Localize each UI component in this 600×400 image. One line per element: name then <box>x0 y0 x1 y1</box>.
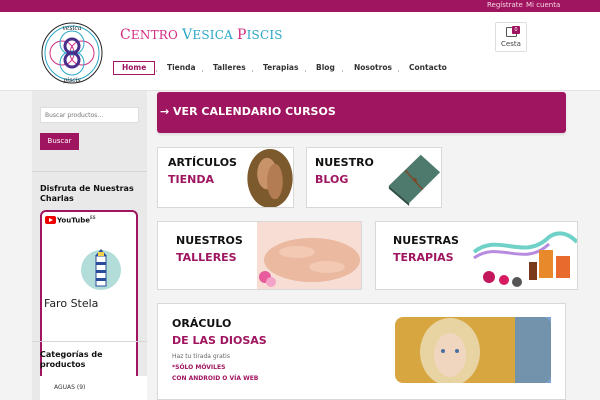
spa-candles-image <box>472 231 577 287</box>
cart-label: Cesta <box>501 40 521 48</box>
notebook-image <box>388 154 441 207</box>
youtube-play-icon <box>45 216 56 225</box>
nav-terapias[interactable]: Terapias <box>263 61 298 75</box>
card-blog-line2: BLOG <box>315 173 349 186</box>
card-oraculo-line2: DE LAS DIOSAS <box>172 334 267 347</box>
category-item[interactable]: AGUAS (9) <box>54 384 85 391</box>
card-oraculo-sub: Haz tu tirada gratis <box>172 353 230 360</box>
nav-tienda[interactable]: Tienda <box>167 61 196 75</box>
massage-image <box>257 222 361 289</box>
nav-home[interactable]: Home <box>113 61 156 75</box>
card-terapias-line2: TERAPIAS <box>393 251 454 264</box>
search-button[interactable]: Buscar <box>40 133 79 150</box>
register-link[interactable]: Regístrate <box>487 1 523 9</box>
nav-nosotros[interactable]: Nosotros <box>354 61 392 75</box>
main-content: → VER CALENDARIO CURSOS ARTÍCULOS TIENDA… <box>157 91 578 400</box>
card-terapias-line1: NUESTRAS <box>393 234 459 247</box>
nav-blog[interactable]: Blog <box>316 61 335 75</box>
top-bar: Regístrate Mi cuenta <box>0 0 600 12</box>
card-talleres-line1: NUESTROS <box>176 234 243 247</box>
card-blog-line1: NUESTRO <box>315 156 374 169</box>
card-oraculo[interactable]: ORÁCULO DE LAS DIOSAS Haz tu tirada grat… <box>157 303 566 400</box>
card-talleres[interactable]: NUESTROS TALLERES <box>157 221 362 290</box>
logo-text-bottom: piscis <box>63 77 80 84</box>
card-oraculo-sub2: *SÓLO MÓVILES <box>172 364 226 371</box>
youtube-logo: YouTubeES <box>45 215 96 225</box>
card-talleres-line2: TALLERES <box>176 251 237 264</box>
calendar-banner[interactable]: → VER CALENDARIO CURSOS <box>157 92 566 133</box>
card-tienda[interactable]: ARTÍCULOS TIENDA <box>157 147 294 208</box>
vesica-piscis-logo[interactable]: vesica piscis <box>40 21 104 85</box>
account-link[interactable]: Mi cuenta <box>526 1 560 9</box>
card-tienda-line2: TIENDA <box>168 173 214 186</box>
site-title[interactable]: CENTRO VESICA PISCIS <box>120 27 283 43</box>
nav-contacto[interactable]: Contacto <box>409 61 447 75</box>
categories-heading: Categorías de productos <box>40 350 103 369</box>
product-search-input[interactable] <box>40 107 139 123</box>
site-header: vesica piscis CENTRO VESICA PISCIS 0 Ces… <box>0 12 600 91</box>
card-tienda-line1: ARTÍCULOS <box>168 156 237 169</box>
lovers-image <box>247 148 293 207</box>
charlas-heading: Disfruta de Nuestras Charlas <box>40 184 134 203</box>
logo-text-top: vesica <box>63 25 82 32</box>
sidebar: Buscar Disfruta de Nuestras Charlas YouT… <box>32 91 147 400</box>
card-oraculo-sub3: CON ANDROID O VÍA WEB <box>172 375 259 382</box>
card-blog[interactable]: NUESTRO BLOG <box>306 147 442 208</box>
lighthouse-icon <box>81 249 121 290</box>
card-oraculo-line1: ORÁCULO <box>172 317 232 330</box>
nav-talleres[interactable]: Talleres <box>213 61 246 75</box>
card-terapias[interactable]: NUESTRAS TERAPIAS <box>375 221 578 290</box>
calendar-banner-label: → VER CALENDARIO CURSOS <box>160 105 336 118</box>
goddess-image <box>395 317 551 383</box>
cart-count-badge: 0 <box>512 26 520 34</box>
faro-stela-label: Faro Stela <box>44 297 99 310</box>
cart-button[interactable]: 0 Cesta <box>495 22 527 52</box>
